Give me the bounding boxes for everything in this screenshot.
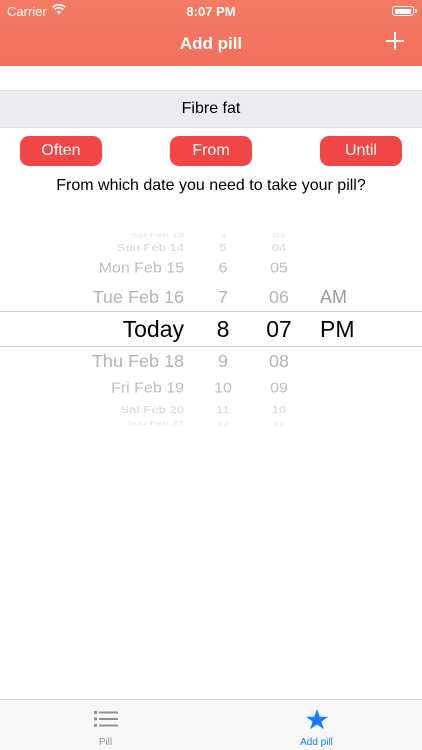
date-question: From which date you need to take your pi… <box>56 177 366 194</box>
picker-ampm-option[interactable]: AM <box>320 287 347 308</box>
status-bar: Carrier 8:07 PM <box>0 0 422 22</box>
until-button[interactable]: Until <box>320 136 402 166</box>
picker-ampm-option[interactable]: PM <box>320 316 355 343</box>
often-button[interactable]: Often <box>20 136 102 166</box>
from-button[interactable]: From <box>170 136 252 166</box>
star-icon <box>305 708 328 730</box>
picker-ampm-column[interactable]: AM PM <box>0 230 422 430</box>
tab-pill[interactable]: Pill <box>0 700 211 750</box>
tab-bar: Pill Add pill <box>0 699 422 750</box>
tab-add-pill-label: Add pill <box>300 737 333 748</box>
plus-icon[interactable] <box>384 30 406 52</box>
battery-level <box>394 8 411 14</box>
pill-name-field[interactable]: Fibre fat <box>0 90 422 128</box>
navigation-bar: Carrier 8:07 PM Add pill <box>0 0 422 66</box>
status-time: 8:07 PM <box>186 4 236 19</box>
date-time-picker[interactable]: Sat Feb 13 Sun Feb 14 Mon Feb 15 Tue Feb 16… <box>0 230 422 430</box>
tab-add-pill[interactable]: Add pill <box>211 700 422 750</box>
list-icon <box>93 711 118 727</box>
battery-icon <box>392 6 417 16</box>
page-title: Add pill <box>179 34 243 53</box>
spacer <box>0 66 422 90</box>
tab-pill-label: Pill <box>98 737 113 748</box>
